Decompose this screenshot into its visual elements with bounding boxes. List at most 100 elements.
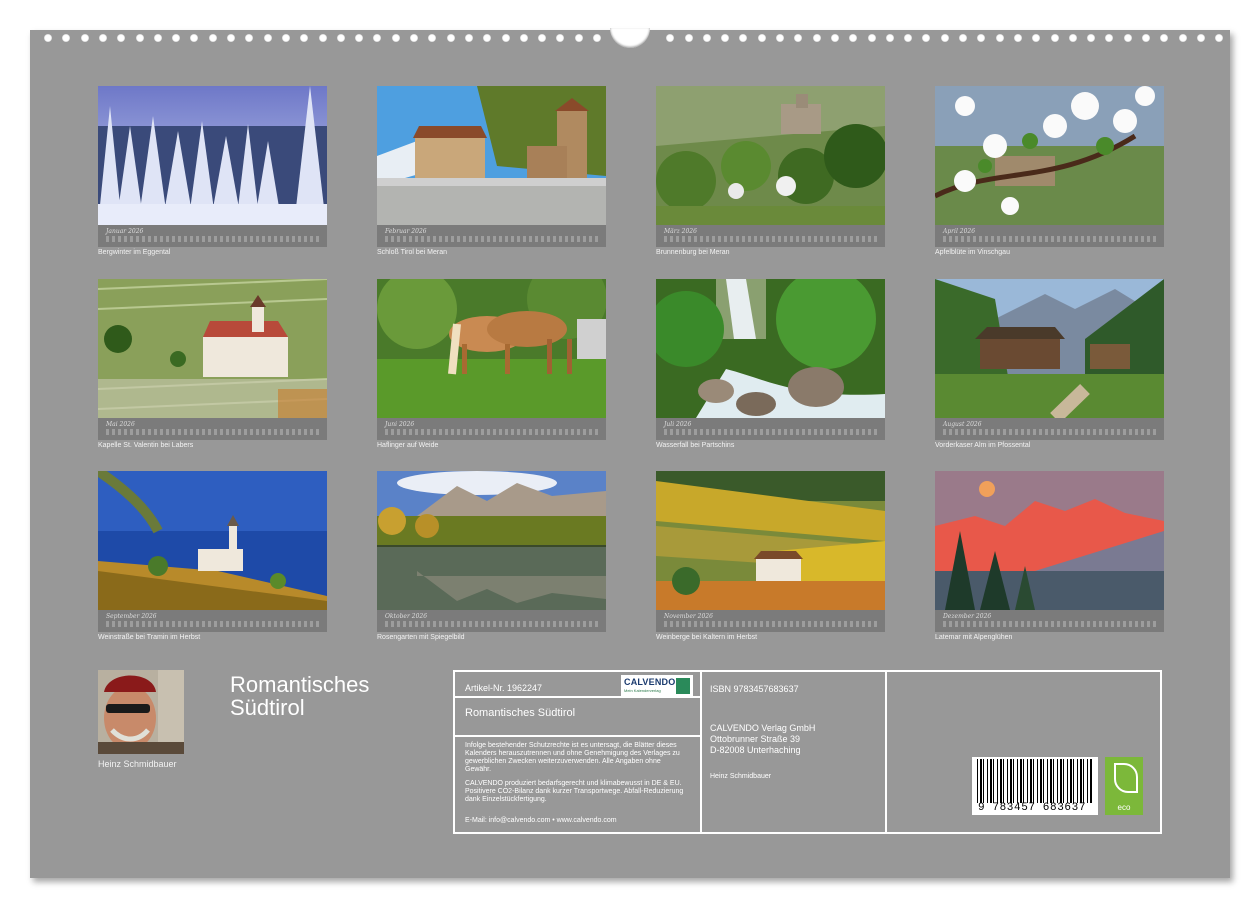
- month-thumb-september: September 2026 Weinstraße bei Tramin im …: [98, 471, 327, 641]
- photo-latemar-alpenglow: [935, 471, 1164, 610]
- month-thumb-january: Januar 2026 Bergwinter im Eggental: [98, 86, 327, 256]
- month-label: Mai 2026: [106, 421, 135, 428]
- month-calendar-strip: Juli 2026: [656, 418, 885, 440]
- month-calendar-strip: Oktober 2026: [377, 610, 606, 632]
- binding-hole: [428, 34, 437, 42]
- eco-label: eco: [1117, 803, 1131, 812]
- photo-chapel-valentin: [98, 279, 327, 418]
- logo-text: CALVENDO: [624, 677, 676, 687]
- binding-hole: [446, 34, 455, 42]
- binding-hole: [849, 34, 858, 42]
- publisher-address: CALVENDO Verlag GmbH Ottobrunner Straße …: [710, 723, 815, 756]
- binding-hole: [794, 34, 803, 42]
- month-calendar-strip: November 2026: [656, 610, 885, 632]
- binding-hole: [391, 34, 400, 42]
- publisher-city: D-82008 Unterhaching: [710, 745, 801, 755]
- binding-hole: [977, 34, 986, 42]
- binding-hole: [684, 34, 693, 42]
- photo-caption: Schloß Tirol bei Meran: [377, 249, 448, 256]
- publisher-street: Ottobrunner Straße 39: [710, 734, 801, 744]
- binding-hole: [464, 34, 473, 42]
- legal-notice: Infolge bestehender Schutzrechte ist es …: [465, 742, 680, 773]
- photo-kaltern-vineyards: [656, 471, 885, 610]
- calendar-back-page: Januar 2026 Bergwinter im Eggental Febru…: [30, 28, 1230, 878]
- month-label: August 2026: [943, 421, 982, 428]
- binding-hole: [117, 34, 126, 42]
- binding-hole: [227, 34, 235, 42]
- binding-hole: [1013, 34, 1022, 42]
- month-calendar-strip: Juni 2026: [377, 418, 606, 440]
- leaf-icon: [1114, 763, 1138, 793]
- month-calendar-strip: September 2026: [98, 610, 327, 632]
- photo-rosengarten-reflection: [377, 471, 606, 610]
- binding-hole: [153, 34, 162, 42]
- photo-caption: Kapelle St. Valentin bei Labers: [98, 442, 194, 449]
- month-thumb-march: März 2026 Brunnenburg bei Meran: [656, 86, 885, 256]
- binding-hole: [1123, 34, 1132, 42]
- photo-caption: Weinberge bei Kaltern im Herbst: [656, 634, 758, 641]
- binding-hole: [410, 34, 418, 42]
- binding-hole: [776, 34, 784, 42]
- calendar-title: Romantisches Südtirol: [230, 673, 430, 719]
- binding-hole: [904, 34, 913, 42]
- binding-hole: [1068, 34, 1077, 42]
- month-thumb-december: Dezember 2026 Latemar mit Alpenglühen: [935, 471, 1164, 641]
- article-number: Artikel-Nr. 1962247: [465, 683, 543, 693]
- binding-hole: [574, 34, 583, 42]
- binding-hole: [721, 34, 730, 42]
- binding-hole: [867, 34, 876, 42]
- month-calendar-strip: Dezember 2026: [935, 610, 1164, 632]
- month-label: Dezember 2026: [943, 613, 992, 620]
- publisher-name: CALVENDO Verlag GmbH: [710, 723, 816, 733]
- binding-hole: [483, 34, 492, 42]
- binding-hole: [812, 34, 821, 42]
- month-label: März 2026: [664, 228, 697, 235]
- binding-hole: [519, 34, 528, 42]
- photo-caption: Weinstraße bei Tramin im Herbst: [98, 634, 201, 641]
- month-label: November 2026: [664, 613, 713, 620]
- month-calendar-strip: April 2026: [935, 225, 1164, 247]
- month-calendar-strip: Januar 2026: [98, 225, 327, 247]
- photo-winter-forest: [98, 86, 327, 225]
- binding-hole: [190, 34, 199, 42]
- month-label: Oktober 2026: [385, 613, 428, 620]
- title-line-1: Romantisches: [230, 672, 370, 697]
- author-small: Heinz Schmidbauer: [710, 773, 772, 780]
- binding-hole: [245, 34, 254, 42]
- binding-hole: [940, 34, 949, 42]
- binding-hole: [263, 34, 272, 42]
- barcode-number: 9 783457 683637: [978, 802, 1087, 814]
- month-calendar-strip: Mai 2026: [98, 418, 327, 440]
- photo-haflinger-horses: [377, 279, 606, 418]
- month-thumb-july: Juli 2026 Wasserfall bei Partschins: [656, 279, 885, 449]
- calvendo-logo: CALVENDO Mein Kalenderverlag: [621, 675, 693, 697]
- month-thumb-october: Oktober 2026 Rosengarten mit Spiegelbild: [377, 471, 606, 641]
- contact-line: E-Mail: info@calvendo.com • www.calvendo…: [465, 817, 617, 824]
- binding-hole: [556, 34, 565, 42]
- eco-notice: CALVENDO produziert bedarfsgerecht und k…: [465, 780, 684, 803]
- photo-caption: Vorderkaser Alm im Pfossental: [935, 442, 1031, 449]
- binding-hole: [1087, 34, 1096, 42]
- month-thumb-february: Februar 2026 Schloß Tirol bei Meran: [377, 86, 606, 256]
- binding-hole: [80, 34, 89, 42]
- binding-hole: [355, 34, 364, 42]
- binding-hole: [538, 34, 547, 42]
- binding-hole: [1142, 34, 1150, 42]
- photo-apple-blossom: [935, 86, 1164, 225]
- month-thumb-june: Juni 2026 Haflinger auf Weide: [377, 279, 606, 449]
- binding-hole: [62, 34, 71, 42]
- publisher-info-box: Artikel-Nr. 1962247 CALVENDO Mein Kalend…: [453, 670, 1162, 834]
- month-calendar-strip: August 2026: [935, 418, 1164, 440]
- author-photo: [98, 670, 184, 754]
- binding-hole: [1032, 34, 1041, 42]
- logo-subtitle: Mein Kalenderverlag: [624, 688, 661, 693]
- binding-hole: [44, 34, 52, 42]
- binding-hole: [922, 34, 931, 42]
- eco-badge: eco: [1105, 757, 1143, 815]
- binding-hole: [1215, 34, 1224, 42]
- month-thumb-may: Mai 2026 Kapelle St. Valentin bei Labers: [98, 279, 327, 449]
- photo-caption: Apfelblüte im Vinschgau: [935, 249, 1010, 256]
- binding-hole: [281, 34, 290, 42]
- binding-hole: [885, 34, 894, 42]
- month-label: September 2026: [106, 613, 157, 620]
